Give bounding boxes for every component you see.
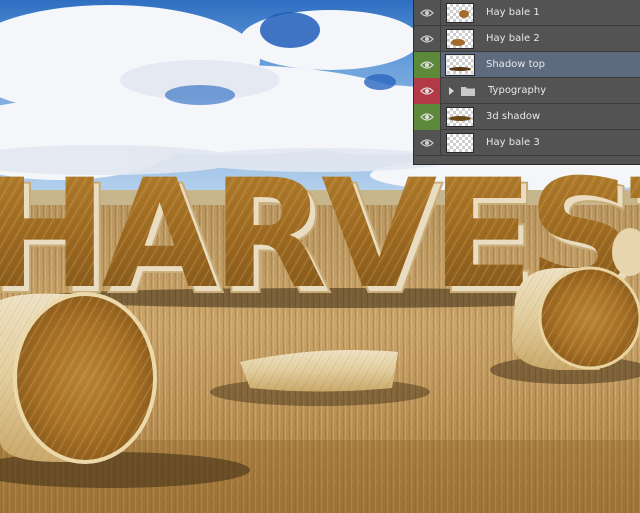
- layer-name: 3d shadow: [486, 111, 541, 122]
- layer-name: Hay bale 2: [486, 33, 540, 44]
- visibility-toggle[interactable]: [414, 51, 441, 78]
- layer-row-3d-shadow[interactable]: 3d shadow: [414, 103, 640, 130]
- visibility-toggle[interactable]: [414, 25, 441, 52]
- layer-name: Shadow top: [486, 59, 546, 70]
- visibility-toggle[interactable]: [414, 0, 441, 26]
- layer-name: Hay bale 3: [486, 137, 540, 148]
- layer-thumbnail: [445, 53, 475, 76]
- eye-icon: [420, 112, 434, 121]
- layer-row-hay-bale-1[interactable]: Hay bale 1: [414, 0, 640, 26]
- layer-row-typography-group[interactable]: Typography: [414, 77, 640, 104]
- visibility-toggle[interactable]: [414, 77, 441, 104]
- eye-icon: [420, 86, 434, 95]
- visibility-toggle[interactable]: [414, 103, 441, 130]
- eye-icon: [420, 60, 434, 69]
- layer-name: Hay bale 1: [486, 7, 540, 18]
- layers-panel: Hay bale 1 Hay bale 2 Shadow top Typogra…: [413, 0, 640, 165]
- chevron-right-icon[interactable]: [449, 86, 454, 95]
- layer-thumbnail: [446, 2, 474, 23]
- layer-name: Typography: [488, 85, 547, 96]
- layer-thumbnail: [446, 106, 474, 127]
- folder-icon: [461, 86, 475, 96]
- layer-row-shadow-top[interactable]: Shadow top: [414, 51, 640, 78]
- eye-icon: [420, 34, 434, 43]
- eye-icon: [420, 138, 434, 147]
- layer-row-hay-bale-2[interactable]: Hay bale 2: [414, 25, 640, 52]
- eye-icon: [420, 8, 434, 17]
- layer-row-hay-bale-3[interactable]: Hay bale 3: [414, 129, 640, 156]
- layer-thumbnail: [446, 132, 474, 153]
- layer-thumbnail: [446, 28, 474, 49]
- visibility-toggle[interactable]: [414, 129, 441, 156]
